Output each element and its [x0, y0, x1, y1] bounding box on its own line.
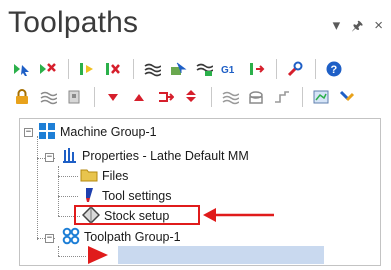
- tree-label-machine-group: Machine Group-1: [60, 125, 157, 139]
- pin-icon[interactable]: 🖈: [351, 18, 363, 34]
- toolbar-separator: [276, 59, 277, 79]
- tool-settings-icon: [80, 186, 98, 207]
- toolbar-separator: [133, 59, 134, 79]
- tree-connector: [58, 176, 78, 177]
- toolbar-separator: [211, 87, 212, 107]
- panel-title: Toolpaths: [8, 6, 139, 39]
- callout-arrow-icon: [203, 208, 274, 222]
- lock-icon[interactable]: [10, 85, 34, 109]
- tree-label-properties: Properties - Lathe Default MM: [82, 149, 249, 163]
- stock-setup-highlight: [74, 205, 200, 225]
- deselect-all-operations-icon[interactable]: [36, 57, 60, 81]
- chevron-down-icon[interactable]: ▾: [333, 18, 341, 34]
- verify-icon[interactable]: [166, 57, 190, 81]
- select-all-operations-icon[interactable]: [10, 57, 34, 81]
- post-g1-icon[interactable]: G1: [218, 57, 242, 81]
- panel-controls: ▾ 🖈 ×: [333, 18, 383, 34]
- regenerate-selected-icon[interactable]: [75, 57, 99, 81]
- tree-node-machine-group[interactable]: Machine Group-1: [38, 122, 157, 142]
- tree-node-toolpath-group[interactable]: Toolpath Group-1: [62, 227, 181, 247]
- tree-node-properties[interactable]: Properties - Lathe Default MM: [62, 146, 249, 166]
- collapse-toggle[interactable]: −: [45, 153, 54, 162]
- move-up-icon[interactable]: [127, 85, 151, 109]
- tree-connector: [37, 136, 38, 240]
- only-show-associated-icon[interactable]: [244, 85, 268, 109]
- toolbar-separator: [68, 59, 69, 79]
- tree-node-tool-settings[interactable]: Tool settings: [80, 186, 171, 206]
- tree-label-tool-settings: Tool settings: [102, 189, 172, 203]
- only-show-selected-icon[interactable]: [218, 85, 242, 109]
- properties-icon: [62, 146, 78, 167]
- collapse-toggle[interactable]: −: [45, 234, 54, 243]
- single-selection-icon[interactable]: [270, 85, 294, 109]
- svg-text:G1: G1: [221, 65, 235, 76]
- wrench-options-icon[interactable]: [283, 57, 307, 81]
- scroll-arrow-icon[interactable]: [179, 85, 203, 109]
- tree-label-toolpath-group: Toolpath Group-1: [84, 230, 181, 244]
- tree-connector: [58, 246, 59, 256]
- toolbar-separator: [94, 87, 95, 107]
- toolpath-group-icon: [62, 227, 80, 248]
- post-toggle-icon[interactable]: [62, 85, 86, 109]
- toolbar-separator: [315, 59, 316, 79]
- tree-connector: [58, 166, 59, 216]
- toolbar-separator: [302, 87, 303, 107]
- collapse-toggle[interactable]: −: [24, 128, 33, 137]
- folder-icon: [80, 167, 98, 186]
- operation-manager-icon[interactable]: [309, 85, 333, 109]
- help-icon[interactable]: ?: [322, 57, 346, 81]
- tree-connector: [58, 196, 78, 197]
- selected-empty-row[interactable]: [118, 246, 324, 264]
- toggle-display-icon[interactable]: [36, 85, 60, 109]
- toolbar-row-1: G1 ?: [10, 56, 348, 82]
- toolpath-options-icon[interactable]: [335, 85, 359, 109]
- tree-label-files: Files: [102, 169, 129, 183]
- backplot-icon[interactable]: [140, 57, 164, 81]
- svg-text:?: ?: [331, 64, 338, 76]
- high-feed-icon[interactable]: [244, 57, 268, 81]
- insert-arrow-icon[interactable]: [153, 85, 177, 109]
- close-icon[interactable]: ×: [374, 18, 383, 34]
- move-down-icon[interactable]: [101, 85, 125, 109]
- tree-node-files[interactable]: Files: [80, 166, 128, 186]
- simulate-icon[interactable]: [192, 57, 216, 81]
- toolpaths-panel-header: Toolpaths ▾ 🖈 ×: [0, 0, 391, 62]
- regenerate-dirty-icon[interactable]: [101, 57, 125, 81]
- machine-group-icon: [38, 122, 56, 143]
- tree-connector: [58, 256, 86, 257]
- toolbar-row-2: [10, 84, 361, 110]
- insert-position-arrow-icon[interactable]: [86, 244, 110, 266]
